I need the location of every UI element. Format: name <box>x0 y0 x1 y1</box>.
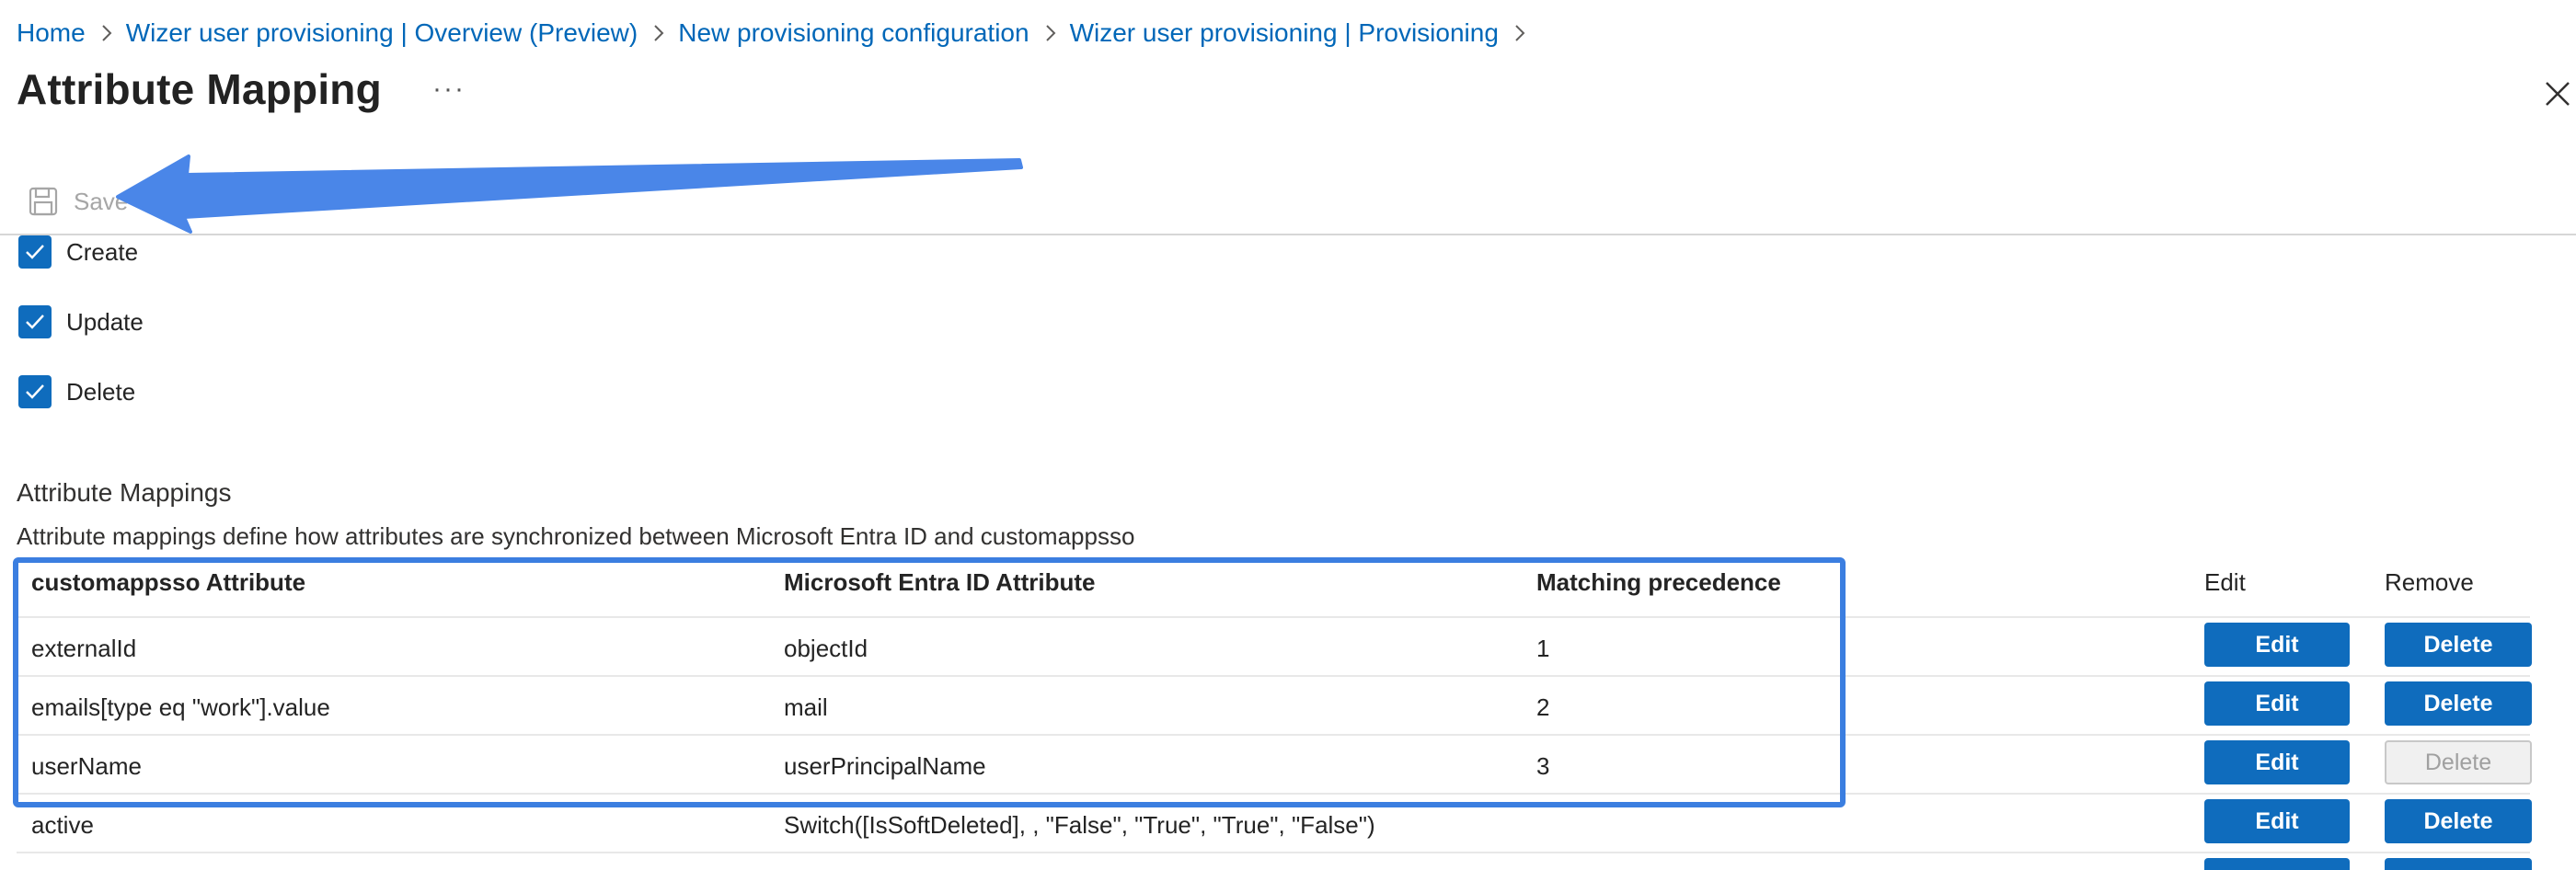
page-title: Attribute Mapping <box>17 65 382 113</box>
delete-button-disabled: Delete <box>2385 740 2532 784</box>
toolbar-divider <box>0 234 2576 235</box>
checkmark-icon <box>18 305 52 338</box>
breadcrumb-new-config[interactable]: New provisioning configuration <box>678 18 1029 48</box>
row-divider <box>17 734 2530 736</box>
column-header-edit: Edit <box>2204 568 2246 596</box>
cell-matching-precedence: 1 <box>1536 635 1550 662</box>
chevron-right-icon <box>100 23 113 43</box>
checkmark-icon <box>18 375 52 408</box>
delete-label: Delete <box>66 377 136 406</box>
column-header-precedence: Matching precedence <box>1536 568 1781 596</box>
update-checkbox[interactable]: Update <box>18 305 144 338</box>
save-label: Save <box>74 187 129 215</box>
delete-button[interactable]: Delete <box>2385 681 2532 726</box>
edit-button[interactable]: Edit <box>2204 623 2350 667</box>
section-description: Attribute mappings define how attributes… <box>17 522 1135 550</box>
cell-source-attribute: Switch([IsSoftDeleted], , "False", "True… <box>784 811 1375 839</box>
cell-source-attribute: mail <box>784 693 828 721</box>
column-header-source: Microsoft Entra ID Attribute <box>784 568 1096 596</box>
chevron-right-icon <box>1513 23 1526 43</box>
close-button[interactable] <box>2541 77 2574 110</box>
delete-checkbox[interactable]: Delete <box>18 375 135 408</box>
breadcrumb: Home Wizer user provisioning | Overview … <box>17 13 1539 53</box>
create-checkbox[interactable]: Create <box>18 235 138 269</box>
chevron-right-icon <box>652 23 665 43</box>
cell-target-attribute: externalId <box>31 635 137 662</box>
cell-source-attribute: userPrincipalName <box>784 752 986 780</box>
breadcrumb-provisioning[interactable]: Wizer user provisioning | Provisioning <box>1070 18 1499 48</box>
cell-target-attribute: userName <box>31 752 142 780</box>
cell-matching-precedence: 2 <box>1536 693 1550 721</box>
delete-button[interactable] <box>2385 858 2532 870</box>
edit-button[interactable]: Edit <box>2204 799 2350 843</box>
chevron-right-icon <box>1044 23 1057 43</box>
row-divider <box>17 793 2530 795</box>
save-button[interactable]: Save <box>28 182 128 221</box>
delete-button[interactable]: Delete <box>2385 799 2532 843</box>
column-header-target: customappsso Attribute <box>31 568 306 596</box>
cell-matching-precedence: 3 <box>1536 752 1550 780</box>
more-options-button[interactable]: ··· <box>432 74 466 105</box>
checkmark-icon <box>18 235 52 269</box>
row-divider <box>17 675 2530 677</box>
cell-source-attribute: objectId <box>784 635 868 662</box>
row-divider <box>17 616 2530 618</box>
section-title: Attribute Mappings <box>17 478 232 507</box>
save-icon <box>29 187 58 216</box>
discard-label-fragment: ard <box>210 193 245 221</box>
update-label: Update <box>66 307 144 336</box>
close-icon <box>2546 82 2570 106</box>
column-header-remove: Remove <box>2385 568 2474 596</box>
edit-button[interactable]: Edit <box>2204 681 2350 726</box>
create-label: Create <box>66 237 139 266</box>
edit-button[interactable]: Edit <box>2204 740 2350 784</box>
cell-target-attribute: emails[type eq "work"].value <box>31 693 330 721</box>
edit-button[interactable] <box>2204 858 2350 870</box>
breadcrumb-home[interactable]: Home <box>17 18 86 48</box>
delete-button[interactable]: Delete <box>2385 623 2532 667</box>
cell-target-attribute: active <box>31 811 94 839</box>
breadcrumb-overview[interactable]: Wizer user provisioning | Overview (Prev… <box>126 18 638 48</box>
row-divider <box>17 852 2530 853</box>
